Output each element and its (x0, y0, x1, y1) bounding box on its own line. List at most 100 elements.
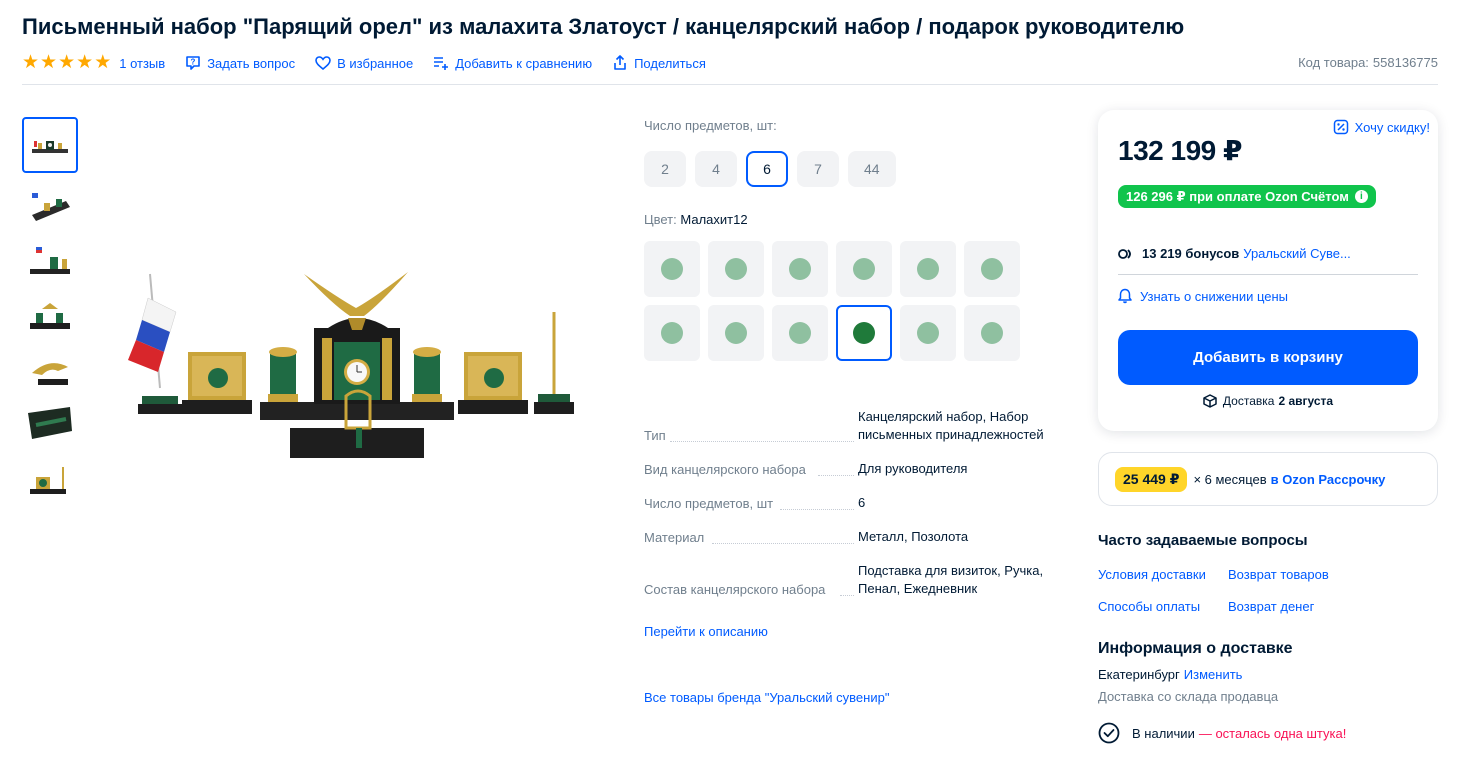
color-swatch[interactable] (644, 241, 700, 297)
ozon-card-price-badge[interactable]: 126 296 ₽ при оплате Ozon Счётом i (1118, 185, 1376, 208)
color-swatch-selected[interactable] (836, 305, 892, 361)
sku: Код товара: 558136775 (1298, 55, 1438, 70)
main-product-image[interactable] (118, 268, 578, 463)
color-dot (917, 258, 939, 280)
product-title: Письменный набор "Парящий орел" из малах… (22, 14, 1185, 39)
color-swatch[interactable] (772, 305, 828, 361)
change-city-link[interactable]: Изменить (1184, 667, 1243, 682)
thumbnail[interactable] (22, 345, 78, 401)
count-option[interactable]: 7 (797, 151, 839, 187)
characteristic-key: Состав канцелярского набора (644, 582, 826, 597)
bonus-row: 13 219 бонусов Уральский Суве... (1118, 246, 1351, 261)
dotted-leader (840, 595, 854, 596)
share-link[interactable]: Поделиться (612, 55, 706, 71)
dotted-leader (670, 441, 854, 442)
installment-link[interactable]: в Ozon Рассрочку (1271, 472, 1386, 487)
color-swatch[interactable] (708, 305, 764, 361)
city-name: Екатеринбург (1098, 667, 1180, 682)
check-circle-icon (1098, 722, 1120, 744)
add-to-cart-button[interactable]: Добавить в корзину (1118, 330, 1418, 385)
compare-link[interactable]: Добавить к сравнению (433, 55, 592, 71)
box-icon (1203, 394, 1217, 408)
ask-question-label: Задать вопрос (207, 55, 296, 71)
price-drop-notify-link[interactable]: Узнать о снижении цены (1118, 288, 1288, 304)
bell-icon (1118, 288, 1132, 304)
count-option[interactable]: 44 (848, 151, 896, 187)
color-option-label: Цвет: Малахит12 (644, 212, 748, 227)
stock-warning: — осталась одна штука! (1198, 725, 1347, 741)
star-icon: ★ (40, 52, 58, 73)
count-option-selected[interactable]: 6 (746, 151, 788, 187)
price-drop-notify-label: Узнать о снижении цены (1140, 288, 1289, 304)
color-swatch[interactable] (836, 241, 892, 297)
want-discount-link[interactable]: Хочу скидку! (1333, 119, 1430, 135)
thumbnail[interactable] (22, 397, 78, 453)
dotted-leader (712, 543, 854, 544)
thumbnail[interactable] (22, 177, 78, 233)
question-bubble-icon: ? (185, 55, 201, 71)
characteristic-value: Для руководителя (858, 461, 968, 476)
color-swatch[interactable] (964, 305, 1020, 361)
delivery-label: Доставка (1222, 394, 1275, 408)
characteristic-key: Тип (644, 428, 666, 443)
thumbnail[interactable] (22, 453, 78, 509)
color-dot (853, 322, 875, 344)
thumbnail[interactable] (22, 289, 78, 345)
characteristic-key: Вид канцелярского набора (644, 462, 806, 477)
sku-label: Код товара: (1298, 55, 1369, 70)
color-swatch[interactable] (900, 305, 956, 361)
star-icon: ★ (58, 52, 76, 73)
color-label: Цвет: (644, 212, 677, 227)
thumbnail[interactable] (22, 117, 78, 173)
installment-months: × 6 месяцев (1193, 471, 1267, 487)
thumbnail[interactable] (22, 233, 78, 289)
count-option[interactable]: 2 (644, 151, 686, 187)
want-discount-label: Хочу скидку! (1354, 119, 1430, 135)
characteristic-key: Материал (644, 530, 705, 545)
compare-label: Добавить к сравнению (455, 55, 593, 71)
color-swatch[interactable] (644, 305, 700, 361)
color-swatch[interactable] (900, 241, 956, 297)
go-to-description-link[interactable]: Перейти к описанию (644, 624, 768, 639)
installment-amount: 25 449 ₽ (1115, 466, 1188, 492)
color-swatch[interactable] (772, 241, 828, 297)
bonus-coin-icon (1118, 248, 1134, 260)
characteristic-value: Подставка для визиток, Ручка, Пенал, Еже… (858, 563, 1044, 596)
characteristic-value: Канцелярский набор, Набор письменных при… (858, 409, 1044, 442)
delivery-date: Доставка 2 августа (1098, 394, 1438, 408)
stock-label: В наличии (1132, 725, 1195, 741)
price-card: Хочу скидку! 132 199 ₽ 126 296 ₽ при опл… (1098, 110, 1438, 431)
color-swatch[interactable] (964, 241, 1020, 297)
seller-link[interactable]: Уральский Суве... (1243, 246, 1351, 261)
sku-value[interactable]: 558136775 (1373, 55, 1438, 70)
count-option[interactable]: 4 (695, 151, 737, 187)
color-dot (981, 322, 1003, 344)
delivery-info-title: Информация о доставке (1098, 640, 1293, 657)
faq-link-returns[interactable]: Возврат товаров (1228, 567, 1329, 582)
color-dot (661, 258, 683, 280)
color-value: Малахит12 (680, 212, 748, 227)
discount-percent-icon (1333, 119, 1349, 135)
rating-stars[interactable]: ★ ★ ★ ★ ★ (22, 52, 111, 73)
color-dot (725, 258, 747, 280)
color-swatch[interactable] (708, 241, 764, 297)
star-icon: ★ (22, 52, 40, 73)
faq-link-refunds[interactable]: Возврат денег (1228, 599, 1314, 614)
installment-banner[interactable]: 25 449 ₽ × 6 месяцев в Ozon Рассрочку (1098, 452, 1438, 506)
color-dot (981, 258, 1003, 280)
share-label: Поделиться (634, 55, 706, 71)
dotted-leader (780, 509, 854, 510)
brand-products-link[interactable]: Все товары бренда "Уральский сувенир" (644, 690, 889, 705)
heart-icon (315, 55, 331, 71)
favorite-link[interactable]: В избранное (315, 55, 413, 71)
faq-link-payment-methods[interactable]: Способы оплаты (1098, 599, 1200, 614)
ask-question-link[interactable]: ? Задать вопрос (185, 55, 295, 71)
compare-list-icon (433, 55, 449, 71)
info-icon: i (1354, 190, 1368, 203)
characteristic-value: 6 (858, 495, 866, 510)
color-dot (853, 258, 875, 280)
favorite-label: В избранное (337, 55, 414, 71)
faq-link-delivery-terms[interactable]: Условия доставки (1098, 567, 1206, 582)
reviews-link[interactable]: 1 отзыв (119, 56, 165, 71)
bonus-amount: 13 219 бонусов (1142, 246, 1240, 261)
